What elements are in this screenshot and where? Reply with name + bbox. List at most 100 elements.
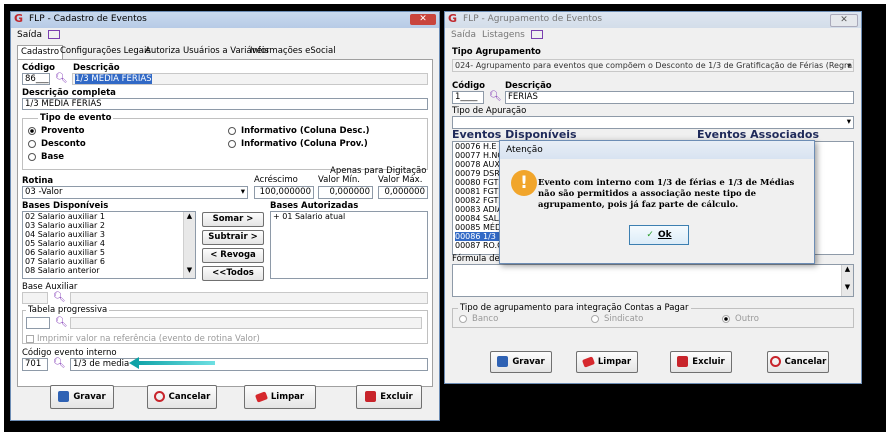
acrescimo-label: Acréscimo — [254, 175, 298, 185]
codigo-interno-input[interactable]: 701 — [22, 358, 48, 371]
somar-button[interactable]: Somar > — [202, 212, 264, 227]
app-logo-icon: G — [448, 12, 458, 25]
search-icon[interactable]: 🔍︎ — [53, 293, 66, 303]
codigo-input[interactable]: 86___ — [22, 73, 50, 85]
tipo-apuracao-label: Tipo de Apuração — [452, 106, 527, 116]
gravar-button[interactable]: Gravar — [490, 351, 552, 373]
close-button[interactable]: ✕ — [830, 14, 858, 27]
cancelar-button[interactable]: Cancelar — [767, 351, 829, 373]
ok-button[interactable]: ✓ Ok — [629, 225, 689, 245]
eraser-icon — [581, 355, 595, 368]
bases-disponiveis-label: Bases Disponíveis — [22, 201, 109, 211]
search-icon[interactable]: 🔍︎ — [489, 92, 502, 102]
window-title: FLP - Cadastro de Eventos — [29, 14, 147, 24]
codigo-evento-interno-label: Código evento interno — [22, 348, 117, 358]
menu-saida[interactable]: Saída — [17, 30, 42, 40]
cadastro-panel: Código Descrição 86___ 🔍︎ 1/3 MEDIA FERI… — [17, 59, 433, 387]
radio-base[interactable]: Base — [28, 152, 64, 162]
cancelar-button[interactable]: Cancelar — [147, 385, 217, 409]
radio-outro[interactable]: Outro — [722, 314, 759, 324]
valor-min-label: Valor Mín. — [318, 175, 360, 185]
acrescimo-input[interactable]: 100,000000 — [254, 186, 314, 199]
limpar-button[interactable]: Limpar — [576, 351, 638, 373]
trash-icon — [677, 356, 689, 367]
codigo-interno-desc: 1/3 de media — [70, 358, 428, 371]
bases-autorizadas-list[interactable]: + 01 Salario atual — [270, 211, 428, 279]
radio-sindicato[interactable]: Sindicato — [591, 314, 643, 324]
codigo-label: Código — [22, 63, 55, 73]
todos-button[interactable]: <<Todos — [202, 266, 264, 281]
tabela-progressiva-input[interactable] — [26, 317, 50, 329]
chevron-down-icon[interactable]: ▾ — [847, 60, 851, 71]
chevron-down-icon[interactable]: ▾ — [847, 117, 851, 128]
limpar-button[interactable]: Limpar — [244, 385, 316, 409]
radio-banco[interactable]: Banco — [459, 314, 498, 324]
list-item[interactable]: 03 Salario auxiliar 2 — [25, 221, 195, 230]
monitor-icon[interactable] — [47, 30, 60, 39]
tipo-evento-label: Tipo de evento — [38, 113, 114, 123]
menu-listagens[interactable]: Listagens — [482, 30, 525, 40]
descricao-completa-input[interactable]: 1/3 MEDIA FERIAS — [22, 98, 428, 110]
cancel-icon — [153, 391, 165, 402]
list-item[interactable]: 04 Salario auxiliar 3 — [25, 230, 195, 239]
tipo-agrupamento-label: Tipo Agrupamento — [452, 47, 541, 57]
valor-max-label: Valor Máx. — [378, 175, 423, 185]
title-bar: G FLP - Agrupamento de Eventos ✕ — [445, 12, 861, 28]
window-title: FLP - Agrupamento de Eventos — [463, 14, 603, 24]
excluir-button[interactable]: Excluir — [356, 385, 422, 409]
list-item[interactable]: 08 Salario anterior — [25, 266, 195, 275]
valor-min-input[interactable]: 0,000000 — [318, 186, 373, 199]
list-item[interactable]: 05 Salario auxiliar 4 — [25, 239, 195, 248]
menu-saida[interactable]: Saída — [451, 30, 476, 40]
radio-provento[interactable]: Provento — [28, 126, 85, 136]
dialog-message: Evento com interno com 1/3 de férias e 1… — [538, 178, 795, 210]
list-item[interactable]: 07 Salario auxiliar 6 — [25, 257, 195, 266]
monitor-icon[interactable] — [530, 30, 543, 39]
valor-max-input[interactable]: 0,000000 — [378, 186, 428, 199]
imprimir-checkbox[interactable]: Imprimir valor na referência (evento de … — [26, 334, 260, 344]
atencao-dialog: Atenção ! Evento com interno com 1/3 de … — [499, 140, 815, 264]
tipo-agrupamento-select[interactable]: 024- Agrupamento para eventos que compõe… — [452, 59, 854, 72]
excluir-button[interactable]: Excluir — [670, 351, 732, 373]
base-auxiliar-input[interactable] — [22, 292, 48, 304]
gravar-button[interactable]: Gravar — [50, 385, 114, 409]
descricao-label: Descrição — [505, 81, 552, 91]
codigo-label: Código — [452, 81, 485, 91]
chevron-down-icon[interactable]: ▾ — [241, 187, 245, 198]
list-item[interactable]: + 01 Salario atual — [273, 212, 427, 221]
close-button[interactable]: ✕ — [410, 14, 436, 25]
subtrair-button[interactable]: Subtrair > — [202, 230, 264, 245]
menu-bar: Saída Listagens — [451, 30, 549, 40]
search-icon[interactable]: 🔍︎ — [53, 359, 66, 369]
app-logo-icon: G — [14, 12, 24, 25]
descricao-input[interactable]: FERIAS — [505, 91, 854, 104]
cancel-icon — [769, 356, 781, 367]
cadastro-eventos-window: G FLP - Cadastro de Eventos ✕ Saída Cada… — [10, 11, 440, 421]
contas-pagar-label: Tipo de agrupamento para integração Cont… — [458, 303, 691, 313]
check-icon: ✓ — [646, 230, 654, 240]
search-icon[interactable]: 🔍︎ — [55, 318, 68, 328]
tabela-progressiva-label: Tabela progressiva — [26, 305, 110, 315]
eraser-icon — [254, 390, 268, 403]
formula-calculo-textarea[interactable]: ▲ ▼ — [452, 264, 854, 297]
radio-informativo-desc[interactable]: Informativo (Coluna Desc.) — [228, 126, 370, 136]
dialog-title: Atenção — [500, 141, 814, 159]
search-icon[interactable]: 🔍︎ — [55, 74, 68, 84]
descricao-input[interactable]: 1/3 MEDIA FERIAS — [72, 73, 428, 85]
revoga-button[interactable]: < Revoga — [202, 248, 264, 263]
bases-disponiveis-list[interactable]: 02 Salario auxiliar 1 03 Salario auxilia… — [22, 211, 196, 279]
tab-configuracoes-legais[interactable]: Configurações Legais — [57, 45, 154, 58]
tabela-progressiva-desc — [70, 317, 422, 329]
rotina-select[interactable]: 03 -Valor ▾ — [22, 186, 248, 199]
list-item[interactable]: 02 Salario auxiliar 1 — [25, 212, 195, 221]
radio-informativo-prov[interactable]: Informativo (Coluna Prov.) — [228, 139, 368, 149]
tab-informacoes-esocial[interactable]: Informações eSocial — [247, 45, 339, 58]
save-icon — [497, 356, 509, 367]
list-item[interactable]: 06 Salario auxiliar 5 — [25, 248, 195, 257]
scrollbar[interactable]: ▲ ▼ — [183, 212, 195, 278]
radio-desconto[interactable]: Desconto — [28, 139, 86, 149]
descricao-completa-label: Descrição completa — [22, 88, 116, 98]
annotation-arrow — [135, 361, 215, 365]
codigo-input[interactable]: 1____ — [452, 91, 484, 104]
scrollbar[interactable]: ▲ ▼ — [841, 265, 853, 296]
